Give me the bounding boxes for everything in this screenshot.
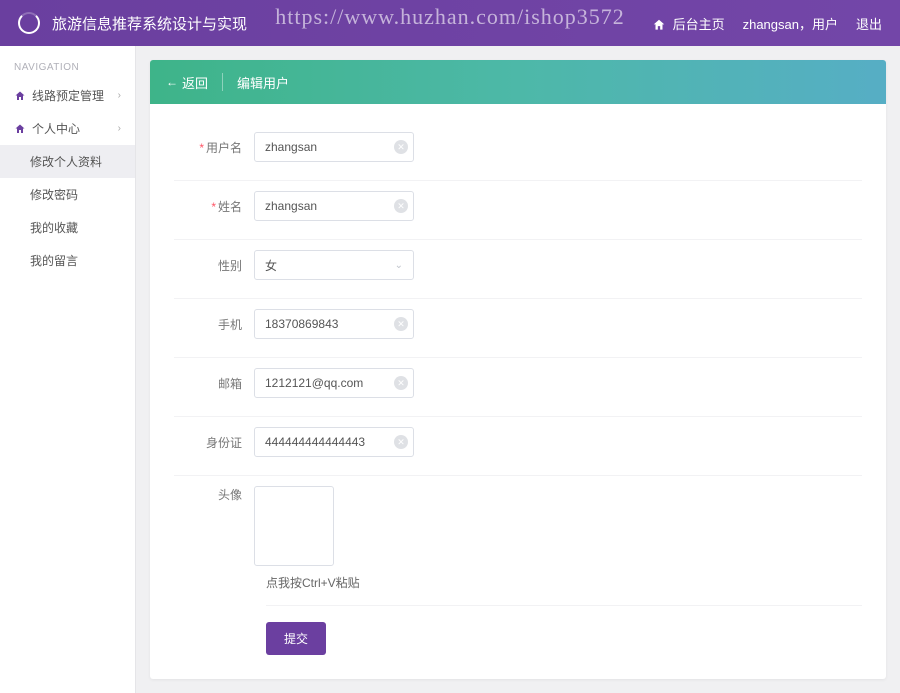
chevron-right-icon: › xyxy=(118,123,121,134)
label-username: *用户名 xyxy=(174,139,254,156)
arrow-left-icon: ← xyxy=(166,75,178,89)
realname-input[interactable] xyxy=(254,191,414,221)
panel-header: ← 返回 编辑用户 xyxy=(150,60,886,104)
nav-user-link[interactable]: zhangsan，用户 xyxy=(743,14,838,33)
clear-icon[interactable]: ✕ xyxy=(394,376,408,390)
label-idcard: 身份证 xyxy=(174,434,254,451)
username-input[interactable] xyxy=(254,132,414,162)
topbar: 旅游信息推荐系统设计与实现 https://www.huzhan.com/ish… xyxy=(0,0,900,46)
gender-select[interactable]: 女 ⌄ xyxy=(254,250,414,280)
nav-home-label: 后台主页 xyxy=(673,17,725,32)
clear-icon[interactable]: ✕ xyxy=(394,140,408,154)
sidebar-item-label: 个人中心 xyxy=(32,120,80,137)
form-row-gender: 性别 女 ⌄ xyxy=(174,240,862,299)
form-row-realname: *姓名 ✕ xyxy=(174,181,862,240)
edit-user-panel: ← 返回 编辑用户 *用户名 ✕ *姓名 xyxy=(150,60,886,679)
sidebar-item-label: 线路预定管理 xyxy=(32,87,104,104)
form-row-phone: 手机 ✕ xyxy=(174,299,862,358)
submit-row: 提交 xyxy=(266,606,862,655)
clear-icon[interactable]: ✕ xyxy=(394,435,408,449)
sidebar-sub-messages[interactable]: 我的留言 xyxy=(0,244,135,277)
gender-value: 女 xyxy=(265,257,277,274)
sidebar-item-routes[interactable]: 线路预定管理 › xyxy=(0,79,135,112)
sidebar-item-label: 修改个人资料 xyxy=(30,153,102,170)
sidebar-sub-change-password[interactable]: 修改密码 xyxy=(0,178,135,211)
avatar-hint: 点我按Ctrl+V粘贴 xyxy=(266,574,862,606)
label-avatar: 头像 xyxy=(174,486,254,503)
panel-body: *用户名 ✕ *姓名 ✕ 性别 女 xyxy=(150,104,886,679)
form-row-email: 邮箱 ✕ xyxy=(174,358,862,417)
clear-icon[interactable]: ✕ xyxy=(394,199,408,213)
phone-input[interactable] xyxy=(254,309,414,339)
panel-title: 编辑用户 xyxy=(237,73,289,92)
form-row-idcard: 身份证 ✕ xyxy=(174,417,862,476)
label-phone: 手机 xyxy=(174,316,254,333)
sidebar-item-label: 我的留言 xyxy=(30,252,78,269)
sidebar-sub-edit-profile[interactable]: 修改个人资料 xyxy=(0,145,135,178)
label-email: 邮箱 xyxy=(174,375,254,392)
sidebar: NAVIGATION 线路预定管理 › 个人中心 › 修改个人资料 修改密码 我… xyxy=(0,46,136,693)
form-row-username: *用户名 ✕ xyxy=(174,122,862,181)
logo-icon xyxy=(18,12,40,34)
watermark-text: https://www.huzhan.com/ishop3572 xyxy=(275,4,625,30)
label-gender: 性别 xyxy=(174,257,254,274)
chevron-down-icon: ⌄ xyxy=(395,260,403,271)
nav-logout-link[interactable]: 退出 xyxy=(856,14,882,33)
sidebar-item-label: 我的收藏 xyxy=(30,219,78,236)
sidebar-item-profile[interactable]: 个人中心 › xyxy=(0,112,135,145)
back-label: 返回 xyxy=(182,73,208,92)
clear-icon[interactable]: ✕ xyxy=(394,317,408,331)
app-title: 旅游信息推荐系统设计与实现 xyxy=(52,13,247,34)
submit-button[interactable]: 提交 xyxy=(266,622,326,655)
home-icon xyxy=(14,123,26,135)
home-icon xyxy=(14,90,26,102)
back-button[interactable]: ← 返回 xyxy=(166,73,208,92)
avatar-upload-box[interactable] xyxy=(254,486,334,566)
sidebar-item-label: 修改密码 xyxy=(30,186,78,203)
sidebar-header: NAVIGATION xyxy=(0,56,135,79)
idcard-input[interactable] xyxy=(254,427,414,457)
main-content: ← 返回 编辑用户 *用户名 ✕ *姓名 xyxy=(136,46,900,693)
chevron-right-icon: › xyxy=(118,90,121,101)
label-realname: *姓名 xyxy=(174,198,254,215)
header-divider xyxy=(222,73,223,91)
sidebar-sub-favorites[interactable]: 我的收藏 xyxy=(0,211,135,244)
nav-home-link[interactable]: 后台主页 xyxy=(652,14,725,33)
email-input[interactable] xyxy=(254,368,414,398)
form-row-avatar: 头像 xyxy=(174,476,862,574)
home-icon xyxy=(652,18,666,32)
